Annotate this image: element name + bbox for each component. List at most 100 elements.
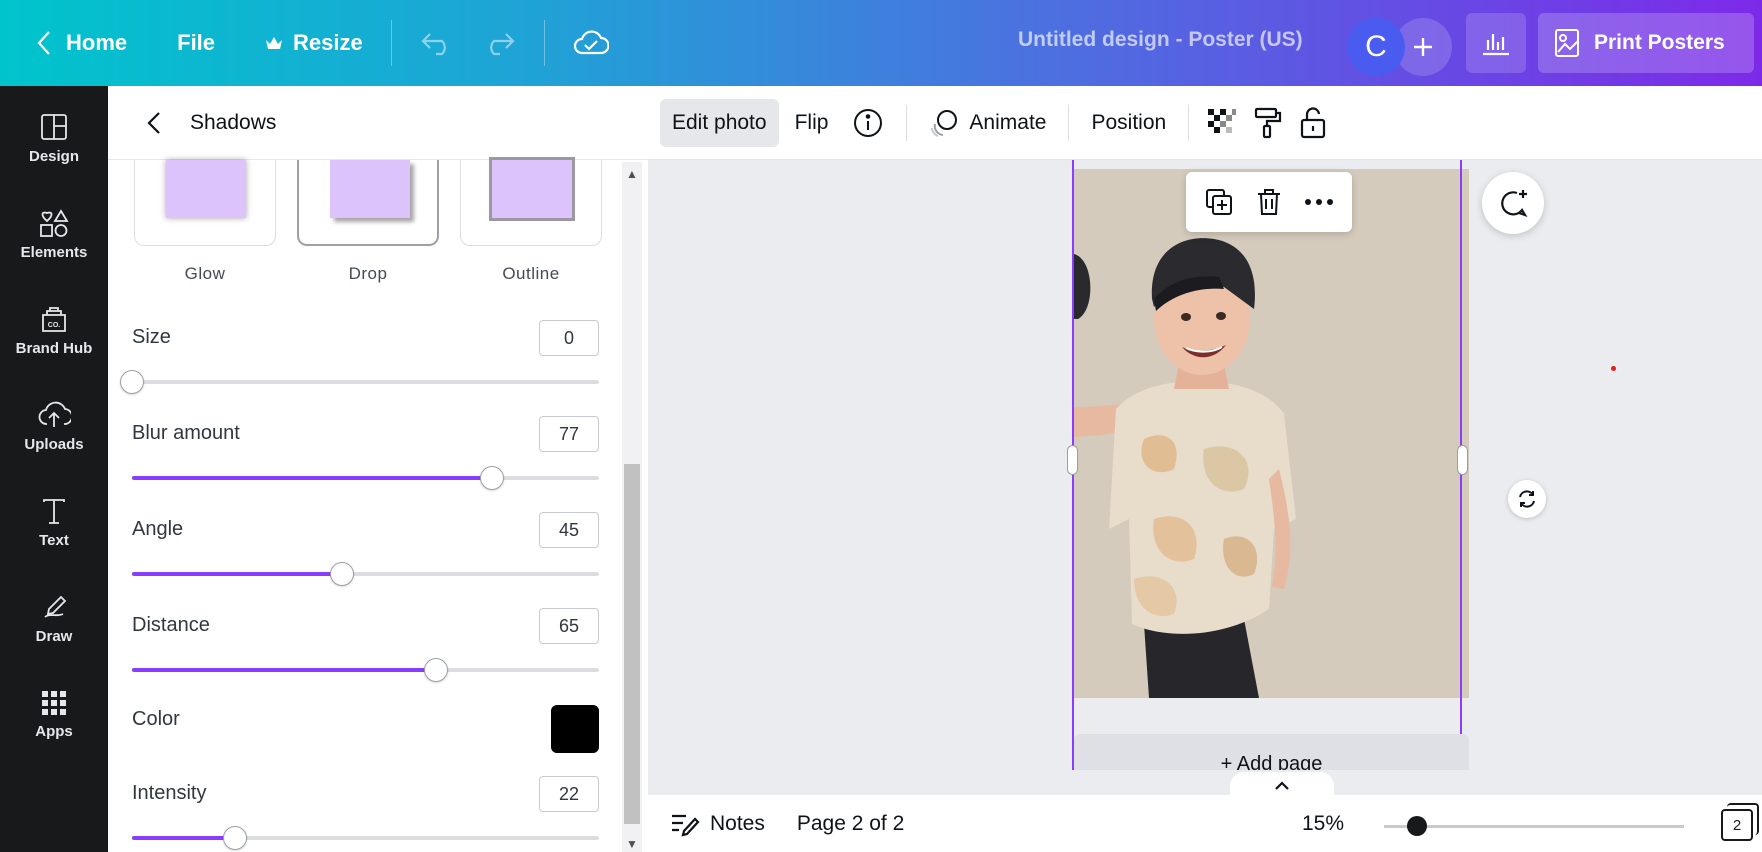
floating-element-menu: [1186, 172, 1352, 232]
cloud-check-icon: [573, 30, 609, 55]
transparency-button[interactable]: [1199, 99, 1245, 147]
page-count-badge: 2: [1721, 809, 1753, 841]
preset-label: Outline: [502, 264, 560, 283]
rail-label: Apps: [35, 722, 73, 740]
rail-item-apps[interactable]: Apps: [0, 666, 108, 762]
page-indicator[interactable]: Page 2 of 2: [797, 812, 904, 836]
size-input[interactable]: 0: [539, 320, 599, 356]
zoom-slider[interactable]: [1384, 825, 1684, 828]
add-comment-button[interactable]: [1482, 172, 1544, 234]
shadow-preset-drop[interactable]: [297, 160, 439, 246]
info-icon: [854, 108, 883, 137]
resize-handle-left[interactable]: [1067, 445, 1078, 475]
scroll-up-arrow[interactable]: ▲: [624, 166, 640, 182]
rail-label: Text: [39, 531, 69, 549]
insights-button[interactable]: [1466, 13, 1526, 73]
chevron-up-icon: [1275, 781, 1289, 790]
redo-button[interactable]: [468, 17, 530, 69]
home-button[interactable]: Home: [22, 17, 141, 69]
preset-thumbnail: [489, 157, 575, 221]
rotate-button[interactable]: [1508, 480, 1546, 518]
blur-amount-input[interactable]: 77: [539, 416, 599, 452]
print-posters-label: Print Posters: [1594, 31, 1725, 54]
color-label: Color: [132, 708, 180, 730]
transparency-icon: [1208, 108, 1237, 133]
zoom-slider-thumb[interactable]: [1407, 816, 1427, 836]
undo-button[interactable]: [406, 17, 468, 69]
panel-back-button[interactable]: [128, 97, 180, 149]
preset-label: Drop: [348, 264, 388, 283]
grid-icon: [42, 690, 66, 715]
panel-scrollbar[interactable]: ▲ ▼: [622, 162, 642, 852]
duplicate-icon[interactable]: [1204, 187, 1234, 217]
top-bar: Home File Resize Untitled design - Poste…: [0, 0, 1762, 86]
panel-header: Shadows: [108, 86, 648, 160]
undo-icon: [421, 33, 446, 56]
lock-button[interactable]: [1291, 99, 1335, 147]
rail-item-design[interactable]: Design: [0, 90, 108, 186]
rail-item-brand-hub[interactable]: CO. Brand Hub: [0, 282, 108, 378]
position-label: Position: [1091, 110, 1167, 134]
toolbar-divider: [1068, 104, 1070, 141]
panel-title: Shadows: [190, 110, 277, 134]
rail-item-draw[interactable]: Draw: [0, 570, 108, 666]
animate-button[interactable]: Animate: [917, 99, 1058, 147]
poster-icon: [1555, 29, 1579, 57]
intensity-input[interactable]: 22: [539, 776, 599, 812]
plus-icon: [1414, 38, 1432, 56]
slider-thumb[interactable]: [222, 826, 247, 850]
size-slider[interactable]: [120, 370, 599, 394]
design-canvas[interactable]: + Add page: [648, 160, 1762, 770]
cursor-dot: [1611, 366, 1616, 371]
edit-photo-label: Edit photo: [672, 110, 767, 134]
edit-photo-button[interactable]: Edit photo: [660, 98, 779, 147]
left-nav-rail: Design Elements CO. Brand Hub Uploads Te…: [0, 86, 108, 852]
info-button[interactable]: [840, 99, 896, 147]
paint-roller-icon: [1255, 107, 1282, 138]
angle-input[interactable]: 45: [539, 512, 599, 548]
copy-style-button[interactable]: [1245, 99, 1291, 147]
shadow-preset-glow[interactable]: [134, 160, 276, 246]
flip-button[interactable]: Flip: [783, 99, 841, 147]
slider-thumb[interactable]: [423, 658, 448, 682]
distance-slider[interactable]: [132, 658, 599, 682]
trash-icon[interactable]: [1255, 187, 1283, 217]
slider-fill: [132, 668, 436, 672]
position-button[interactable]: Position: [1079, 99, 1178, 147]
scrollbar-thumb[interactable]: [624, 464, 640, 824]
shadows-panel: Shadows Glow Drop Outline Size 0 Blur am…: [108, 86, 648, 852]
home-label: Home: [66, 30, 128, 55]
scroll-down-arrow[interactable]: ▼: [624, 836, 640, 852]
slider-thumb[interactable]: [479, 466, 504, 490]
cloud-save-button[interactable]: [559, 17, 623, 69]
angle-slider[interactable]: [132, 562, 599, 586]
rail-item-text[interactable]: Text: [0, 474, 108, 570]
slider-thumb[interactable]: [330, 562, 355, 586]
resize-label: Resize: [293, 30, 363, 55]
more-options-icon[interactable]: [1304, 197, 1334, 207]
shadow-color-swatch[interactable]: [551, 705, 599, 753]
notes-button[interactable]: Notes: [670, 811, 765, 837]
distance-input[interactable]: 65: [539, 608, 599, 644]
blur-amount-slider[interactable]: [132, 466, 599, 490]
slider-thumb[interactable]: [120, 370, 144, 394]
notes-label: Notes: [710, 811, 765, 835]
shadow-preset-outline[interactable]: [460, 157, 602, 246]
resize-handle-right[interactable]: [1457, 445, 1468, 475]
add-page-button[interactable]: + Add page: [1074, 734, 1469, 770]
preset-thumbnail: [330, 160, 410, 218]
topbar-divider: [390, 20, 392, 66]
print-posters-button[interactable]: Print Posters: [1538, 13, 1754, 73]
resize-button[interactable]: Resize: [251, 17, 377, 69]
slider-fill: [132, 572, 343, 576]
intensity-slider[interactable]: [132, 826, 599, 850]
angle-label: Angle: [132, 518, 184, 540]
file-menu-button[interactable]: File: [163, 17, 229, 69]
rail-item-uploads[interactable]: Uploads: [0, 378, 108, 474]
avatar[interactable]: C: [1347, 18, 1405, 76]
selection-box: [1067, 160, 1468, 770]
zoom-level[interactable]: 15%: [1302, 812, 1344, 836]
brand-icon: CO.: [42, 306, 66, 332]
rail-item-elements[interactable]: Elements: [0, 186, 108, 282]
document-title[interactable]: Untitled design - Poster (US): [1018, 28, 1303, 52]
